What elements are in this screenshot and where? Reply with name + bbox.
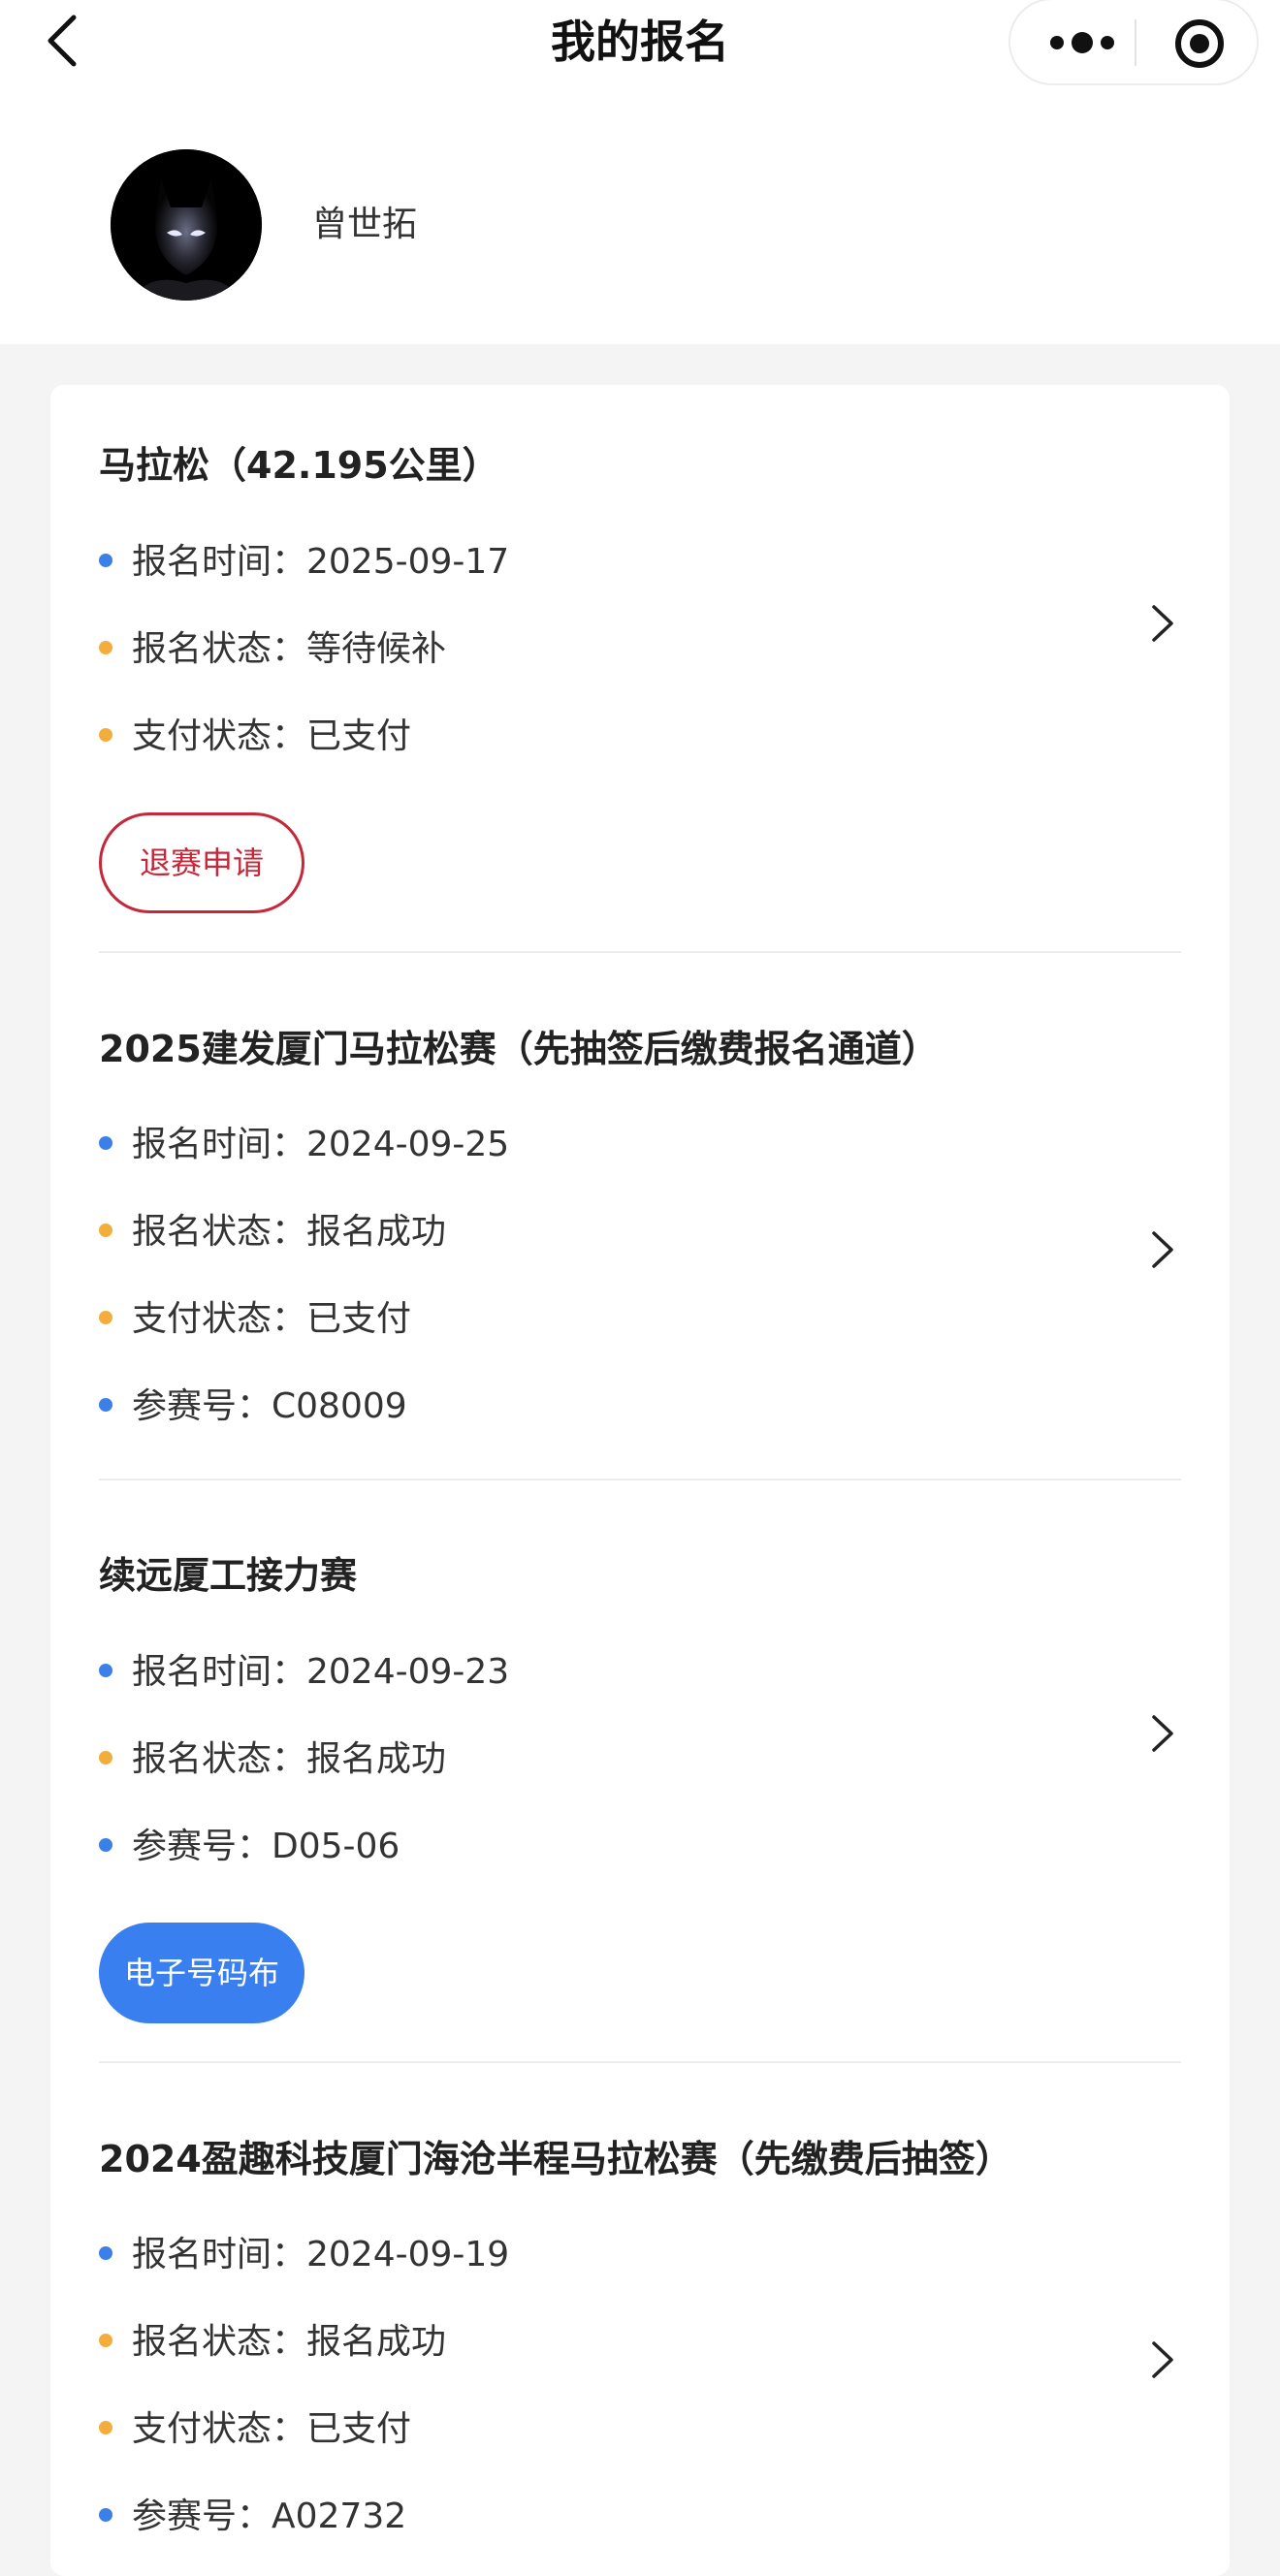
user-name: 曾世拓 [312,205,418,244]
registration-list: 马拉松（42.195公里） 报名时间：2025-09-17 报名状态：等待候补 … [50,385,1230,2576]
event-title: 2024盈趣科技厦门海沧半程马拉松赛（先缴费后抽签） [99,2138,1012,2180]
bullet-dot [99,1838,112,1852]
refund-request-button[interactable]: 退赛申请 [99,812,304,913]
info-row: 参赛号：C08009 [99,1380,407,1434]
chevron-right-icon[interactable] [1146,1227,1177,1272]
chevron-right-icon[interactable] [1146,601,1177,646]
divider [99,1479,1181,1480]
info-row: 报名时间：2024-09-19 [99,2228,509,2282]
bullet-dot [99,1398,112,1412]
info-row: 报名状态：报名成功 [99,1733,446,1787]
info-row: 支付状态：已支付 [99,2402,411,2457]
bullet-dot [99,1751,112,1765]
info-row: 报名时间：2024-09-25 [99,1118,509,1172]
event-title: 马拉松（42.195公里） [99,444,499,487]
chevron-right-icon[interactable] [1146,1711,1177,1756]
info-row: 报名状态：等待候补 [99,622,446,677]
bullet-dot [99,554,112,567]
info-row: 报名状态：报名成功 [99,1205,446,1259]
avatar[interactable] [111,149,262,301]
info-row: 报名时间：2025-09-17 [99,535,509,589]
capsule-divider [1135,19,1136,66]
info-row: 支付状态：已支付 [99,1292,411,1347]
divider [99,2061,1181,2063]
event-title: 2025建发厦门马拉松赛（先抽签后缴费报名通道） [99,1028,939,1070]
bullet-dot [99,1664,112,1677]
mini-program-capsule [1008,0,1259,85]
info-row: 报名状态：报名成功 [99,2315,446,2369]
info-row: 参赛号：A02732 [99,2490,406,2544]
info-row: 报名时间：2024-09-23 [99,1645,509,1700]
avatar-image [111,149,262,301]
bullet-dot [99,2246,112,2260]
divider [99,951,1181,953]
bullet-dot [99,2508,112,2522]
target-icon[interactable] [1173,17,1226,70]
event-title: 续远厦工接力赛 [99,1554,358,1597]
bullet-dot [99,2334,112,2347]
info-row: 支付状态：已支付 [99,710,411,764]
bullet-dot [99,1311,112,1324]
bullet-dot [99,2421,112,2434]
bullet-dot [99,641,112,654]
bullet-dot [99,728,112,742]
chevron-right-icon[interactable] [1146,2337,1177,2382]
header: 我的报名 曾世拓 [0,0,1280,344]
e-bib-button[interactable]: 电子号码布 [99,1923,304,2023]
bullet-dot [99,1224,112,1237]
info-row: 参赛号：D05-06 [99,1820,400,1874]
more-dots-icon[interactable] [1043,23,1121,62]
bullet-dot [99,1136,112,1150]
